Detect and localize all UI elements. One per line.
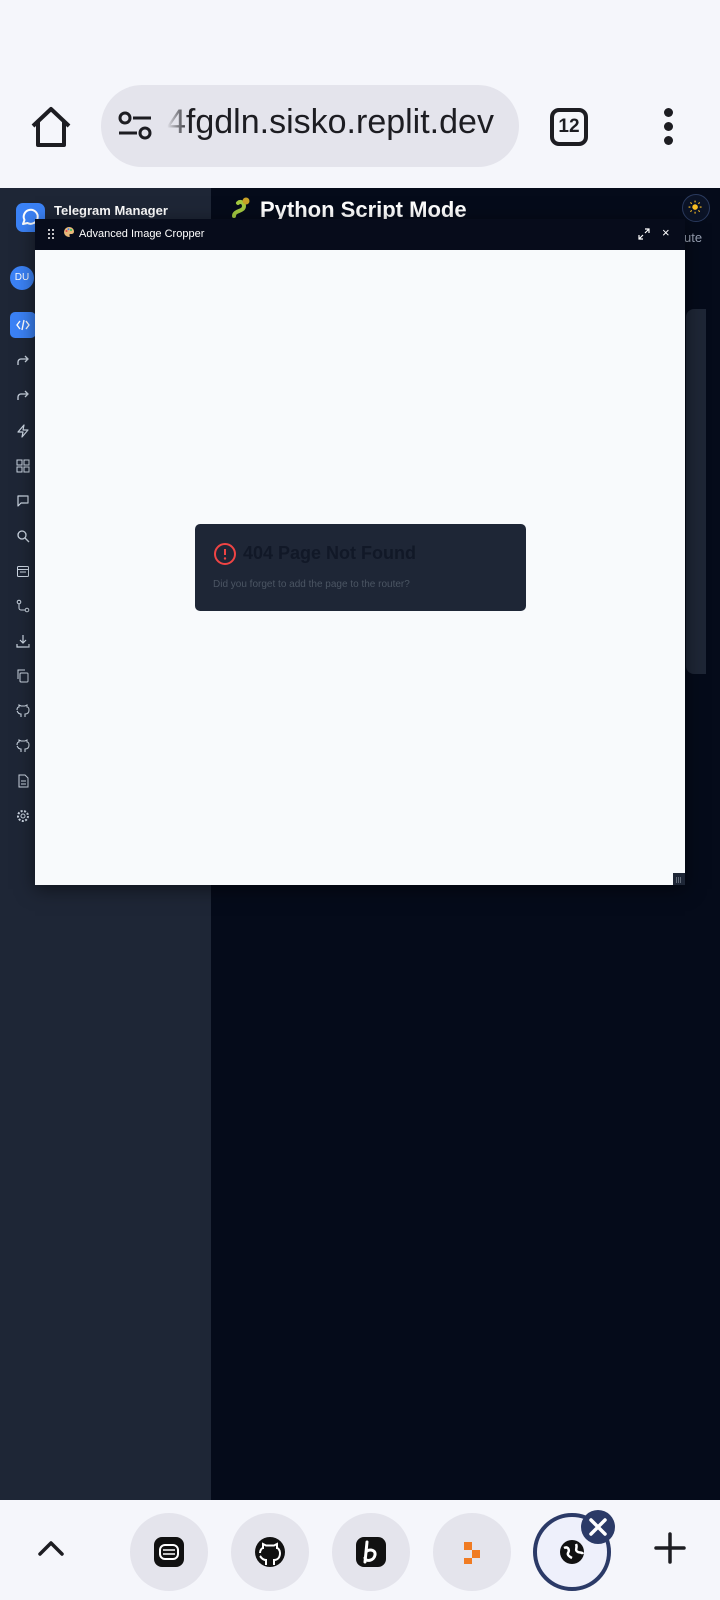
window-header[interactable]: Advanced Image Cropper ×	[35, 219, 685, 250]
sidebar-item-chats[interactable]	[10, 488, 36, 514]
github-icon	[16, 739, 30, 752]
grid-icon	[16, 459, 30, 473]
sidebar-item-script[interactable]	[10, 312, 36, 338]
error-message: Did you forget to add the page to the ro…	[213, 579, 410, 590]
sun-icon	[688, 200, 702, 214]
overflow-menu-icon[interactable]	[660, 108, 676, 148]
add-icon[interactable]	[654, 1532, 686, 1564]
b-app-icon	[356, 1537, 386, 1567]
image-cropper-window: Advanced Image Cropper × 404 Page Not Fo…	[35, 219, 685, 885]
window-title-text: Advanced Image Cropper	[79, 228, 205, 240]
expand-icon[interactable]	[638, 228, 650, 240]
sidebar-item-search[interactable]	[10, 523, 36, 549]
close-shortcut-icon[interactable]	[581, 1510, 615, 1544]
sidebar-item-docs[interactable]	[10, 768, 36, 794]
sidebar-item-dashboard[interactable]	[10, 453, 36, 479]
github-icon	[255, 1537, 285, 1567]
search-icon	[17, 530, 30, 543]
avatar[interactable]: DU	[10, 266, 34, 290]
chevron-up-icon[interactable]	[36, 1536, 66, 1560]
sidebar-item-schedule[interactable]	[10, 558, 36, 584]
browser-bottom-bar	[0, 1500, 720, 1600]
orange-app-icon	[464, 1542, 480, 1564]
forward-icon	[17, 355, 29, 365]
shortcut-app-icon	[154, 1537, 184, 1567]
alert-circle-icon	[214, 543, 236, 565]
browser-toolbar: 4fgdln.sisko.replit.dev 12	[0, 0, 720, 188]
sidebar-item-workflows[interactable]	[10, 593, 36, 619]
resize-handle-icon[interactable]	[673, 873, 685, 885]
home-icon[interactable]	[28, 104, 74, 150]
calendar-icon	[17, 566, 29, 577]
error-card: 404 Page Not Found Did you forget to add…	[195, 524, 526, 611]
document-icon	[18, 774, 29, 788]
sidebar-item-github[interactable]	[10, 698, 36, 724]
sidebar-item-forward-2[interactable]	[10, 383, 36, 409]
github-icon	[16, 704, 30, 717]
site-settings-icon[interactable]	[117, 111, 153, 141]
sidebar-item-github-2[interactable]	[10, 733, 36, 759]
copy-icon	[17, 669, 29, 683]
window-content: 404 Page Not Found Did you forget to add…	[35, 250, 685, 885]
drag-handle-icon[interactable]	[47, 228, 55, 240]
quick-access-github[interactable]	[231, 1513, 309, 1591]
brand-title: Telegram Manager	[54, 203, 168, 218]
theme-toggle-button[interactable]	[682, 194, 710, 222]
truncated-label: ute	[684, 230, 703, 245]
sidebar-item-settings[interactable]	[10, 803, 36, 829]
sidebar-item-automation[interactable]	[10, 418, 36, 444]
address-bar[interactable]: 4fgdln.sisko.replit.dev	[101, 85, 519, 167]
forward-icon	[17, 390, 29, 400]
sidebar-item-downloads[interactable]	[10, 628, 36, 654]
sidebar-item-copy[interactable]	[10, 663, 36, 689]
chat-icon	[17, 495, 29, 507]
quick-access-b-app[interactable]	[332, 1513, 410, 1591]
url-text[interactable]: 4fgdln.sisko.replit.dev	[167, 103, 507, 142]
code-icon	[16, 319, 30, 331]
error-title: 404 Page Not Found	[243, 543, 417, 563]
quick-access-shortcut-app[interactable]	[130, 1513, 208, 1591]
quick-access-orange-app[interactable]	[433, 1513, 511, 1591]
git-branch-icon	[16, 599, 30, 613]
window-title: Advanced Image Cropper	[63, 226, 204, 240]
palette-icon	[64, 227, 75, 237]
close-icon[interactable]: ×	[662, 225, 670, 240]
sidebar-item-forward[interactable]	[10, 348, 36, 374]
background-panel	[686, 309, 706, 674]
gear-icon	[17, 810, 29, 822]
snake-icon	[232, 197, 250, 218]
tab-switcher-button[interactable]: 12	[550, 108, 588, 146]
download-icon	[16, 635, 30, 648]
lightning-icon	[17, 424, 29, 438]
